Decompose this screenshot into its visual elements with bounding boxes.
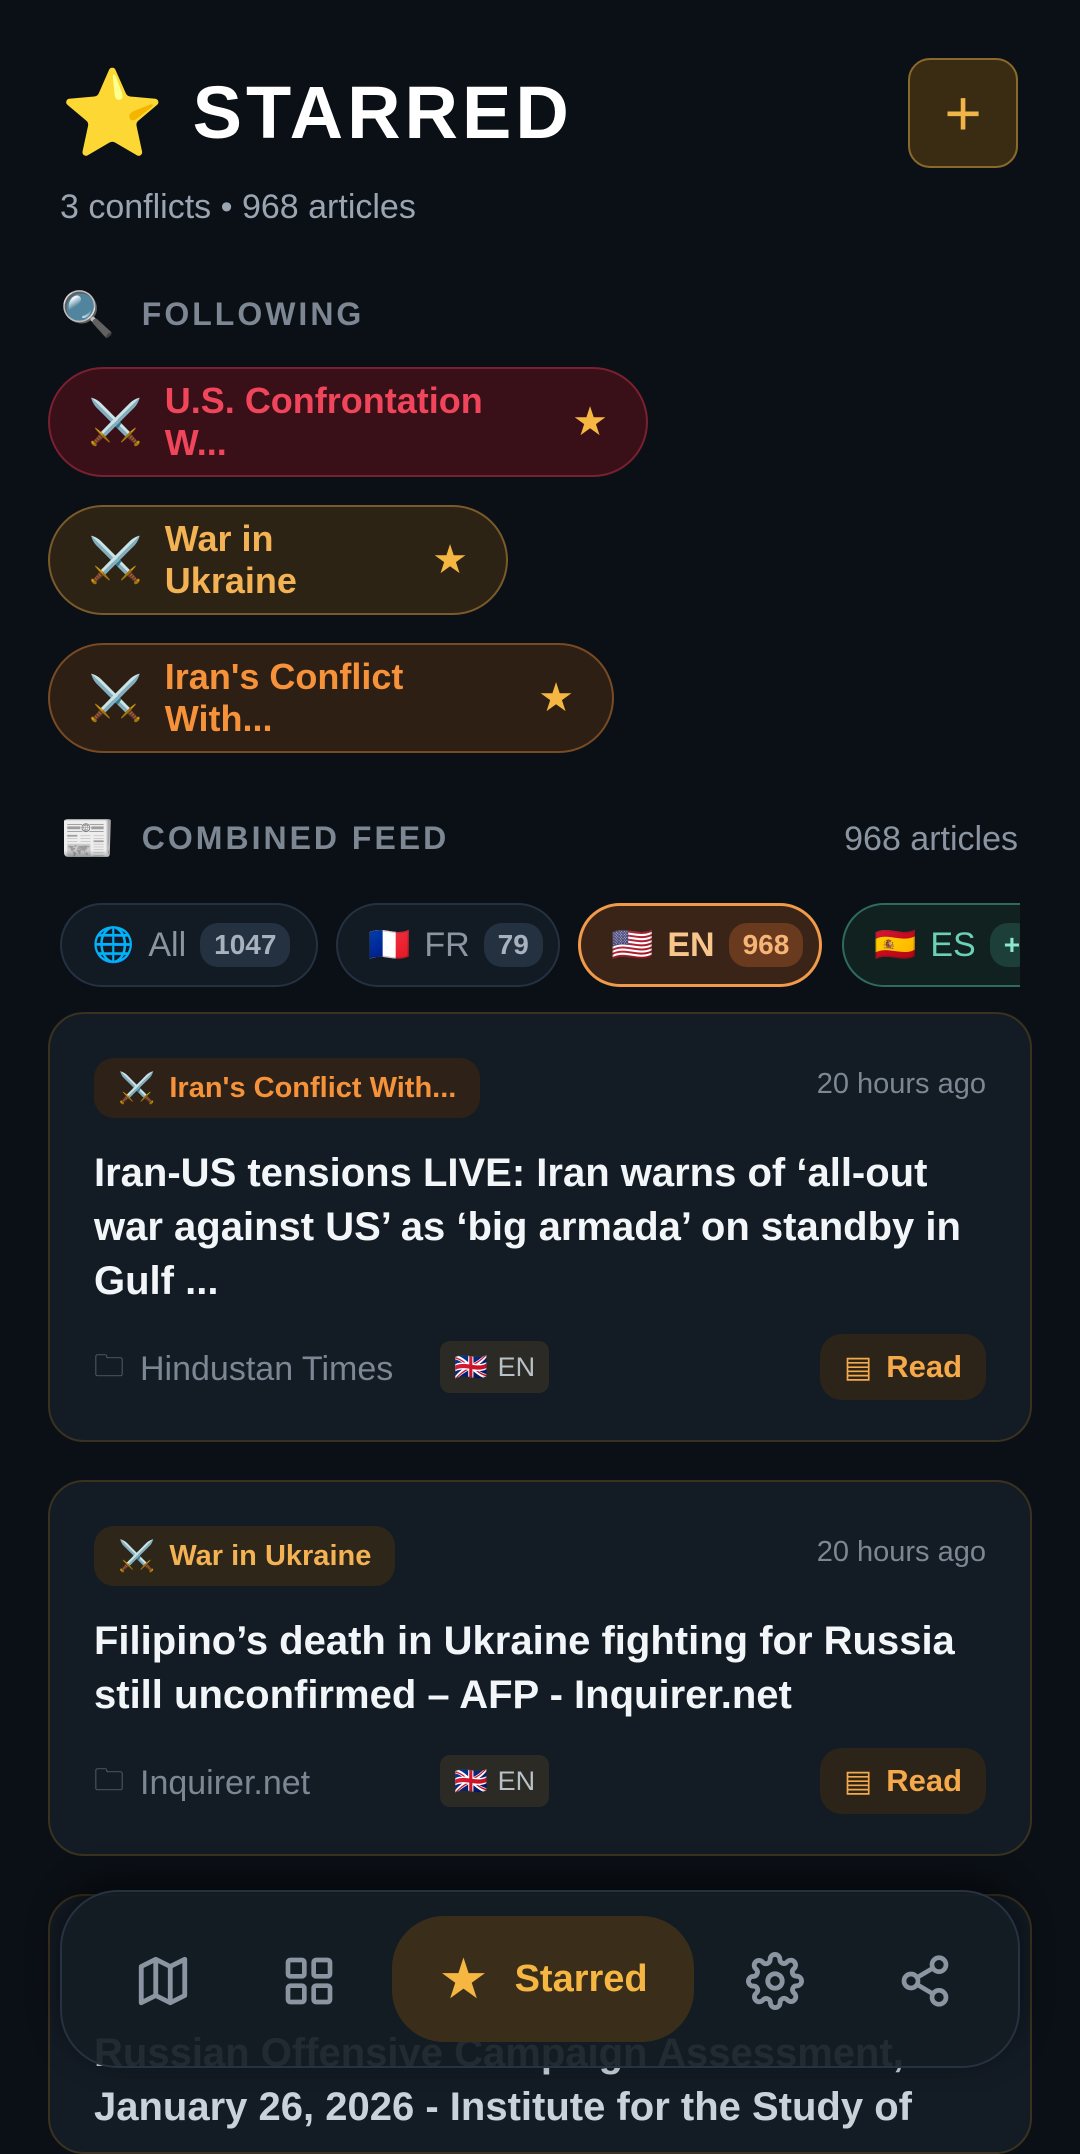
language-tabs: 🌐 All 1047 🇫🇷 FR 79 🇺🇸 EN 968 🇪🇸 ES + [60, 903, 1020, 989]
page-header: ⭐ STARRED [60, 70, 573, 155]
star-icon: ★ [438, 1947, 489, 2010]
tab-add: + [989, 923, 1020, 967]
search-icon: 🔍 [60, 290, 118, 339]
article-source: 🗀 Inquirer.net [94, 1758, 310, 1809]
article-time: 20 hours ago [816, 1536, 986, 1568]
tab-label: All [148, 925, 187, 964]
tab-label: EN [667, 925, 715, 964]
crossed-swords-icon: ⚔️ [88, 674, 143, 723]
source-name: Hindustan Times [140, 1350, 394, 1388]
read-label: Read [886, 1349, 963, 1384]
following-pill-war-in-ukraine[interactable]: ⚔️ War in Ukraine ★ [48, 505, 508, 615]
uk-flag-icon: 🇬🇧 [454, 1766, 488, 1796]
article-icon: ▤ [843, 1350, 873, 1384]
folder-icon: 🗀 [94, 1350, 124, 1383]
map-icon[interactable] [128, 1946, 198, 2016]
language-code: EN [497, 1765, 536, 1796]
newspaper-icon: 📰 [60, 814, 118, 863]
gear-icon[interactable] [740, 1946, 810, 2016]
tab-en[interactable]: 🇺🇸 EN 968 [578, 903, 822, 987]
following-pill-iran-conflict[interactable]: ⚔️ Iran's Conflict With... ★ [48, 643, 614, 753]
crossed-swords-icon: ⚔️ [88, 536, 143, 585]
following-label: FOLLOWING [141, 295, 365, 332]
tab-es[interactable]: 🇪🇸 ES + [842, 903, 1020, 987]
uk-flag-icon: 🇬🇧 [454, 1352, 488, 1382]
article-icon: ▤ [843, 1764, 873, 1798]
us-flag-icon: 🇺🇸 [611, 926, 654, 964]
tab-all[interactable]: 🌐 All 1047 [60, 903, 318, 987]
following-pill-label: Iran's Conflict With... [164, 656, 404, 739]
folder-icon: 🗀 [94, 1764, 124, 1797]
page-title: STARRED [192, 71, 573, 154]
language-badge: 🇬🇧 EN [440, 1341, 550, 1393]
star-icon[interactable]: ★ [538, 675, 574, 721]
following-pill-us-confrontation[interactable]: ⚔️ U.S. Confrontation W... ★ [48, 367, 648, 477]
add-conflict-button[interactable]: + [908, 58, 1018, 168]
read-button[interactable]: ▤ Read [820, 1334, 986, 1400]
share-icon[interactable] [890, 1946, 960, 2016]
feed-section-label: 📰 COMBINED FEED [60, 812, 449, 864]
following-pill-label: War in Ukraine [164, 518, 297, 601]
source-name: Inquirer.net [140, 1764, 311, 1802]
spain-flag-icon: 🇪🇸 [874, 926, 917, 964]
article-card[interactable]: ⚔️ Iran's Conflict With... 20 hours ago … [48, 1012, 1032, 1442]
conflict-tag-label: Iran's Conflict With... [169, 1071, 457, 1104]
conflict-tag[interactable]: ⚔️ Iran's Conflict With... [94, 1058, 481, 1118]
following-section-label: 🔍 FOLLOWING [60, 288, 364, 340]
tab-count: 1047 [200, 923, 291, 967]
crossed-swords-icon: ⚔️ [88, 398, 143, 447]
conflict-tag[interactable]: ⚔️ War in Ukraine [94, 1526, 396, 1586]
tab-label: FR [424, 925, 470, 964]
article-headline[interactable]: Iran-US tensions LIVE: Iran warns of ‘al… [94, 1146, 986, 1308]
grid-icon[interactable] [274, 1946, 344, 2016]
feed-label: COMBINED FEED [141, 819, 450, 856]
star-icon[interactable]: ★ [572, 399, 608, 445]
france-flag-icon: 🇫🇷 [368, 926, 411, 964]
article-source: 🗀 Hindustan Times [94, 1344, 393, 1395]
feed-article-count: 968 articles [844, 820, 1018, 858]
nav-starred-tab[interactable]: ★ Starred [392, 1916, 694, 2042]
star-icon[interactable]: ★ [432, 537, 468, 583]
crossed-swords-icon: ⚔️ [118, 1539, 156, 1573]
tab-fr[interactable]: 🇫🇷 FR 79 [336, 903, 560, 987]
language-badge: 🇬🇧 EN [440, 1755, 550, 1807]
conflict-tag-label: War in Ukraine [169, 1539, 372, 1572]
read-button[interactable]: ▤ Read [820, 1748, 986, 1814]
nav-starred-label: Starred [514, 1957, 648, 2000]
read-label: Read [886, 1763, 963, 1798]
tab-label: ES [930, 925, 976, 964]
following-pill-label: U.S. Confrontation W... [164, 380, 483, 463]
article-card[interactable]: ⚔️ War in Ukraine 20 hours ago Filipino’… [48, 1480, 1032, 1856]
star-icon: ⭐ [60, 65, 165, 160]
language-code: EN [497, 1351, 536, 1382]
tab-count: 79 [483, 923, 543, 967]
globe-icon: 🌐 [92, 926, 135, 964]
article-time: 20 hours ago [816, 1068, 986, 1100]
bottom-nav: ★ Starred [60, 1890, 1020, 2068]
page-subtitle: 3 conflicts • 968 articles [60, 188, 416, 226]
article-headline[interactable]: Filipino’s death in Ukraine fighting for… [94, 1614, 986, 1722]
crossed-swords-icon: ⚔️ [118, 1071, 156, 1105]
tab-count: 968 [728, 923, 804, 967]
